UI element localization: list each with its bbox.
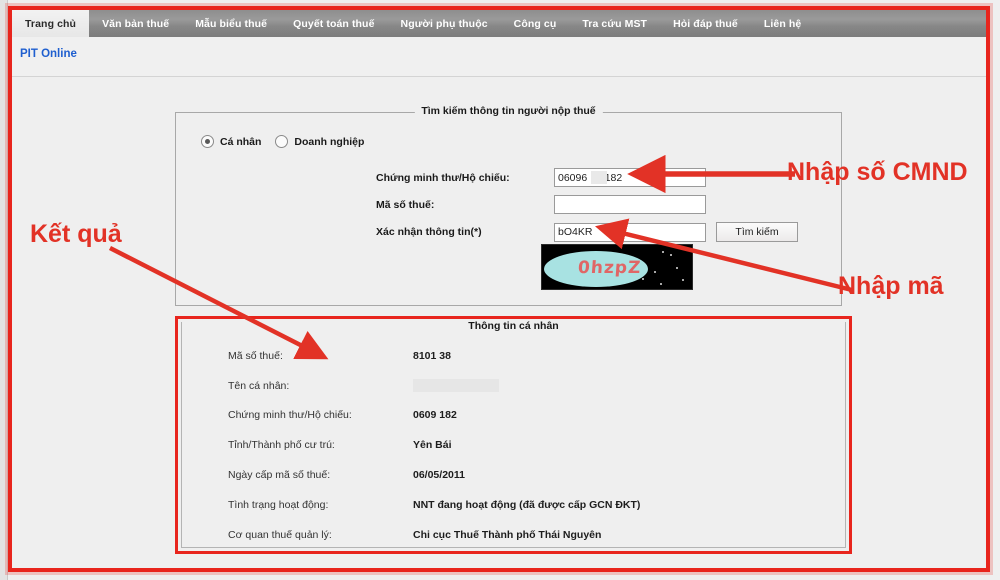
field-row-captcha: Xác nhận thông tin(*) Tìm kiếm: [376, 222, 798, 242]
redaction-id-number: [591, 171, 607, 184]
captcha-noise-dot: [642, 278, 644, 280]
id-number-input[interactable]: [554, 168, 706, 187]
result-row-issue-date: Ngày cấp mã số thuế: 06/05/2011: [228, 469, 465, 481]
annotation-label-cmnd: Nhập số CMND: [787, 158, 968, 186]
result-value-name-redacted: [413, 379, 499, 392]
result-value-status: NNT đang hoạt động (đã được cấp GCN ĐKT): [413, 499, 641, 511]
captcha-noise-dot: [662, 251, 664, 253]
result-value-id-number: 0609 182: [413, 409, 457, 421]
result-row-status: Tình trạng hoạt động: NNT đang hoạt động…: [228, 499, 640, 511]
taxpayer-search-panel: Tìm kiếm thông tin người nộp thuế Cá nhâ…: [175, 105, 842, 306]
result-row-province: Tỉnh/Thành phố cư trú: Yên Bái: [228, 439, 452, 451]
taxpayer-type-radio-group[interactable]: Cá nhân Doanh nghiệp: [201, 135, 372, 148]
nav-label: Trang chủ: [25, 17, 77, 30]
captcha-noise-dot: [654, 271, 656, 273]
captcha-text: 0hzpZ: [577, 258, 643, 278]
nav-label: Văn bản thuế: [102, 17, 170, 30]
nav-label: Hỏi đáp thuế: [673, 17, 738, 30]
sub-header-bar: [12, 37, 988, 77]
annotation-label-result: Kết quả: [30, 220, 122, 248]
result-label: Tỉnh/Thành phố cư trú:: [228, 439, 335, 451]
result-label: Chứng minh thư/Hộ chiếu:: [228, 409, 352, 421]
field-row-id-number: Chứng minh thư/Hộ chiếu:: [376, 168, 706, 187]
captcha-image[interactable]: 0hzpZ: [541, 244, 693, 290]
nav-label: Mẫu biểu thuế: [195, 17, 268, 30]
main-navigation[interactable]: Trang chủ Văn bản thuế Mẫu biểu thuế Quy…: [12, 10, 988, 37]
result-row-id-number: Chứng minh thư/Hộ chiếu: 0609 182: [228, 409, 457, 421]
label-captcha: Xác nhận thông tin(*): [376, 226, 482, 238]
personal-info-result-panel: Thông tin cá nhân Mã số thuế: 8101 38 Tê…: [175, 316, 852, 554]
nav-item-quyet-toan-thue[interactable]: Quyết toán thuế: [280, 10, 387, 37]
result-row-tax-code: Mã số thuế: 8101 38: [228, 350, 451, 362]
nav-label: Công cụ: [513, 17, 557, 30]
nav-label: Quyết toán thuế: [293, 17, 375, 30]
nav-item-nguoi-phu-thuoc[interactable]: Người phụ thuộc: [388, 10, 501, 37]
captcha-input[interactable]: [554, 222, 706, 242]
result-label: Cơ quan thuế quản lý:: [228, 529, 332, 541]
search-panel-legend: Tìm kiếm thông tin người nộp thuế: [414, 105, 603, 117]
radio-business[interactable]: [275, 135, 289, 148]
nav-item-lien-he[interactable]: Liên hệ: [751, 10, 814, 37]
page-body: Tìm kiếm thông tin người nộp thuế Cá nhâ…: [12, 77, 988, 570]
search-button[interactable]: Tìm kiếm: [716, 222, 798, 242]
result-value-issue-date: 06/05/2011: [413, 469, 465, 481]
captcha-noise-dot: [682, 279, 684, 281]
nav-label: Tra cứu MST: [582, 17, 648, 30]
result-label: Mã số thuế:: [228, 350, 283, 362]
nav-item-tra-cuu-mst[interactable]: Tra cứu MST: [569, 10, 660, 37]
field-row-tax-code: Mã số thuế:: [376, 195, 706, 214]
tax-code-input[interactable]: [554, 195, 706, 214]
result-label: Ngày cấp mã số thuế:: [228, 469, 331, 481]
nav-item-mau-bieu-thue[interactable]: Mẫu biểu thuế: [182, 10, 280, 37]
captcha-noise-dot: [676, 267, 678, 269]
nav-item-hoi-dap-thue[interactable]: Hỏi đáp thuế: [660, 10, 751, 37]
captcha-noise-dot: [660, 283, 662, 285]
annotation-label-captcha: Nhập mã: [838, 272, 944, 300]
radio-individual-label[interactable]: Cá nhân: [220, 136, 261, 148]
result-value-province: Yên Bái: [413, 439, 452, 451]
result-label: Tình trạng hoạt động:: [228, 499, 329, 511]
browser-left-gutter: [0, 0, 8, 580]
nav-label: Liên hệ: [763, 17, 802, 30]
radio-business-label[interactable]: Doanh nghiệp: [294, 136, 364, 148]
label-id-number: Chứng minh thư/Hộ chiếu:: [376, 171, 510, 184]
nav-item-van-ban-thue[interactable]: Văn bản thuế: [89, 10, 182, 37]
nav-item-cong-cu[interactable]: Công cụ: [501, 10, 570, 37]
result-value-tax-code: 8101 38: [413, 350, 451, 362]
breadcrumb-pit-online[interactable]: PIT Online: [20, 48, 77, 60]
nav-item-trang-chu[interactable]: Trang chủ: [12, 10, 90, 37]
result-label: Tên cá nhân:: [228, 379, 290, 392]
result-row-name: Tên cá nhân:: [228, 379, 499, 392]
label-tax-code: Mã số thuế:: [376, 198, 435, 211]
captcha-noise-dot: [670, 254, 672, 256]
result-row-tax-office: Cơ quan thuế quản lý: Chi cục Thuế Thành…: [228, 529, 601, 541]
screenshot-root: Trang chủ Văn bản thuế Mẫu biểu thuế Quy…: [0, 0, 1000, 580]
nav-label: Người phụ thuộc: [400, 17, 488, 30]
radio-individual[interactable]: [201, 135, 214, 148]
result-value-tax-office: Chi cục Thuế Thành phố Thái Nguyên: [413, 529, 602, 541]
result-panel-title: Thông tin cá nhân: [462, 320, 565, 332]
